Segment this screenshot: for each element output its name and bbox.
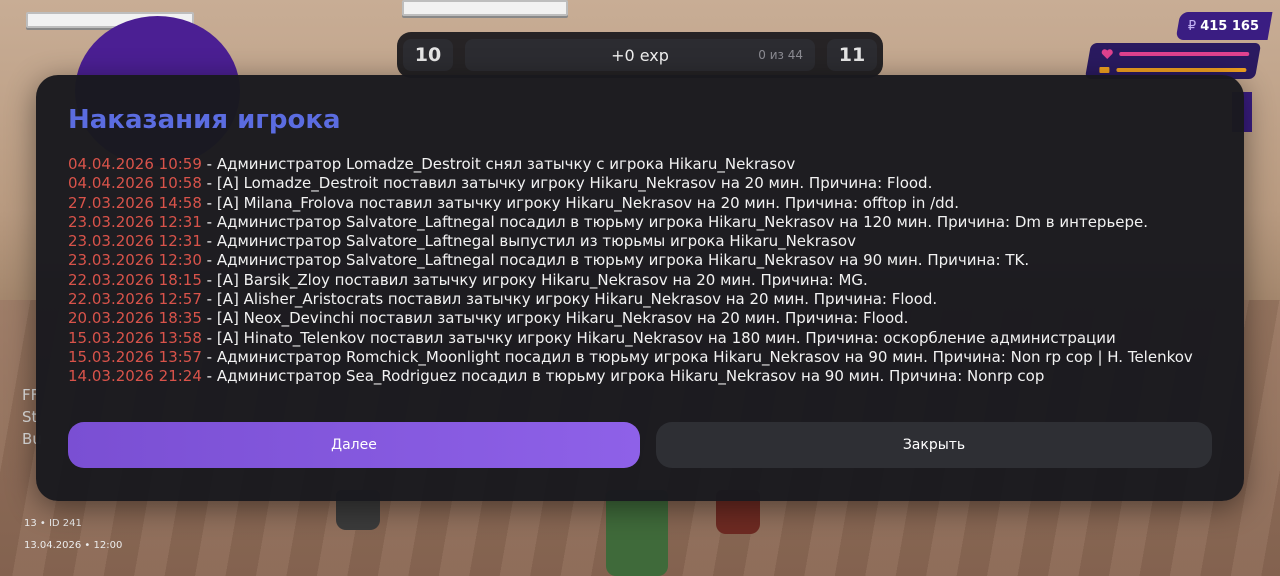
player-character <box>606 490 668 576</box>
health-row <box>1101 47 1250 61</box>
log-entry: 23.03.2026 12:30 - Администратор Salvato… <box>68 251 1218 270</box>
log-text: - Администратор Salvatore_Laftnegal выпу… <box>201 232 856 251</box>
log-entry: 27.03.2026 14:58 - [A] Milana_Frolova по… <box>68 194 1218 213</box>
player-stats <box>1084 43 1262 79</box>
hunger-bar <box>1116 68 1247 72</box>
log-text: - Администратор Lomadze_Destroit снял за… <box>201 155 796 173</box>
log-entry: 23.03.2026 12:31 - Администратор Salvato… <box>68 213 1218 232</box>
ruble-icon: ₽ <box>1188 18 1197 34</box>
log-text: - Администратор Sea_Rodriguez посадил в … <box>201 367 1045 386</box>
log-text: - [A] Hinato_Telenkov поставил затычку и… <box>201 328 1116 347</box>
ceiling-lamp <box>402 0 568 16</box>
money-display: ₽415 165 <box>1175 12 1273 40</box>
log-text: - [A] Alisher_Aristocrats поставил затыч… <box>201 290 938 309</box>
punishment-log: 04.04.2026 10:59 - Администратор Lomadze… <box>68 155 1218 387</box>
log-date: 04.04.2026 10:58 <box>68 174 202 193</box>
log-date: 22.03.2026 18:15 <box>68 270 202 289</box>
log-date: 15.03.2026 13:57 <box>68 347 202 366</box>
log-text: - [A] Barsik_Zloy поставил затычку игрок… <box>201 270 868 289</box>
heart-icon <box>1101 49 1113 59</box>
log-entry: 20.03.2026 18:35 - [A] Neox_Devinchi пос… <box>68 309 1218 328</box>
log-date: 15.03.2026 13:58 <box>68 328 202 347</box>
next-level: 11 <box>827 39 877 71</box>
date-time: 13.04.2026 • 12:00 <box>24 540 123 551</box>
punishments-dialog: Наказания игрока 04.04.2026 10:59 - Адми… <box>36 75 1244 501</box>
money-amount: 415 165 <box>1200 18 1260 34</box>
exp-track: +0 exp 0 из 44 <box>465 39 815 71</box>
log-text: - Администратор Salvatore_Laftnegal поса… <box>201 251 1030 270</box>
health-bar <box>1119 52 1250 56</box>
current-level: 10 <box>403 39 453 71</box>
log-entry: 04.04.2026 10:59 - Администратор Lomadze… <box>68 155 1218 174</box>
log-date: 23.03.2026 12:31 <box>68 232 202 251</box>
log-text: - [A] Milana_Frolova поставил затычку иг… <box>201 193 959 212</box>
log-text: - Администратор Romchick_Moonlight посад… <box>201 347 1193 366</box>
log-date: 23.03.2026 12:30 <box>68 251 202 270</box>
log-entry: 22.03.2026 12:57 - [A] Alisher_Aristocra… <box>68 290 1218 309</box>
log-date: 20.03.2026 18:35 <box>68 309 202 328</box>
dialog-title: Наказания игрока <box>68 105 341 135</box>
log-date: 22.03.2026 12:57 <box>68 290 202 309</box>
log-entry: 22.03.2026 18:15 - [A] Barsik_Zloy поста… <box>68 271 1218 290</box>
hunger-icon <box>1099 67 1110 73</box>
log-date: 23.03.2026 12:31 <box>68 212 202 231</box>
log-entry: 15.03.2026 13:57 - Администратор Romchic… <box>68 348 1218 367</box>
game-screen: FF St Bu 10 +0 exp 0 из 44 11 ₽415 165 1… <box>0 0 1280 576</box>
log-entry: 04.04.2026 10:58 - [A] Lomadze_Destroit … <box>68 174 1218 193</box>
log-entry: 14.03.2026 21:24 - Администратор Sea_Rod… <box>68 367 1218 386</box>
log-entry: 15.03.2026 13:58 - [A] Hinato_Telenkov п… <box>68 329 1218 348</box>
log-text: - [A] Neox_Devinchi поставил затычку игр… <box>201 309 909 328</box>
log-text: - [A] Lomadze_Destroit поставил затычку … <box>201 174 933 193</box>
log-text: - Администратор Salvatore_Laftnegal поса… <box>201 212 1149 231</box>
log-date: 27.03.2026 14:58 <box>68 193 202 212</box>
log-entry: 23.03.2026 12:31 - Администратор Salvato… <box>68 232 1218 251</box>
next-button[interactable]: Далее <box>68 422 640 468</box>
server-info: 13 • ID 241 <box>24 518 82 529</box>
log-date: 04.04.2026 10:59 <box>68 155 202 173</box>
exp-progress-label: 0 из 44 <box>758 48 803 62</box>
close-button[interactable]: Закрыть <box>656 422 1212 468</box>
level-progress-bar: 10 +0 exp 0 из 44 11 <box>397 32 883 78</box>
log-date: 14.03.2026 21:24 <box>68 367 202 386</box>
